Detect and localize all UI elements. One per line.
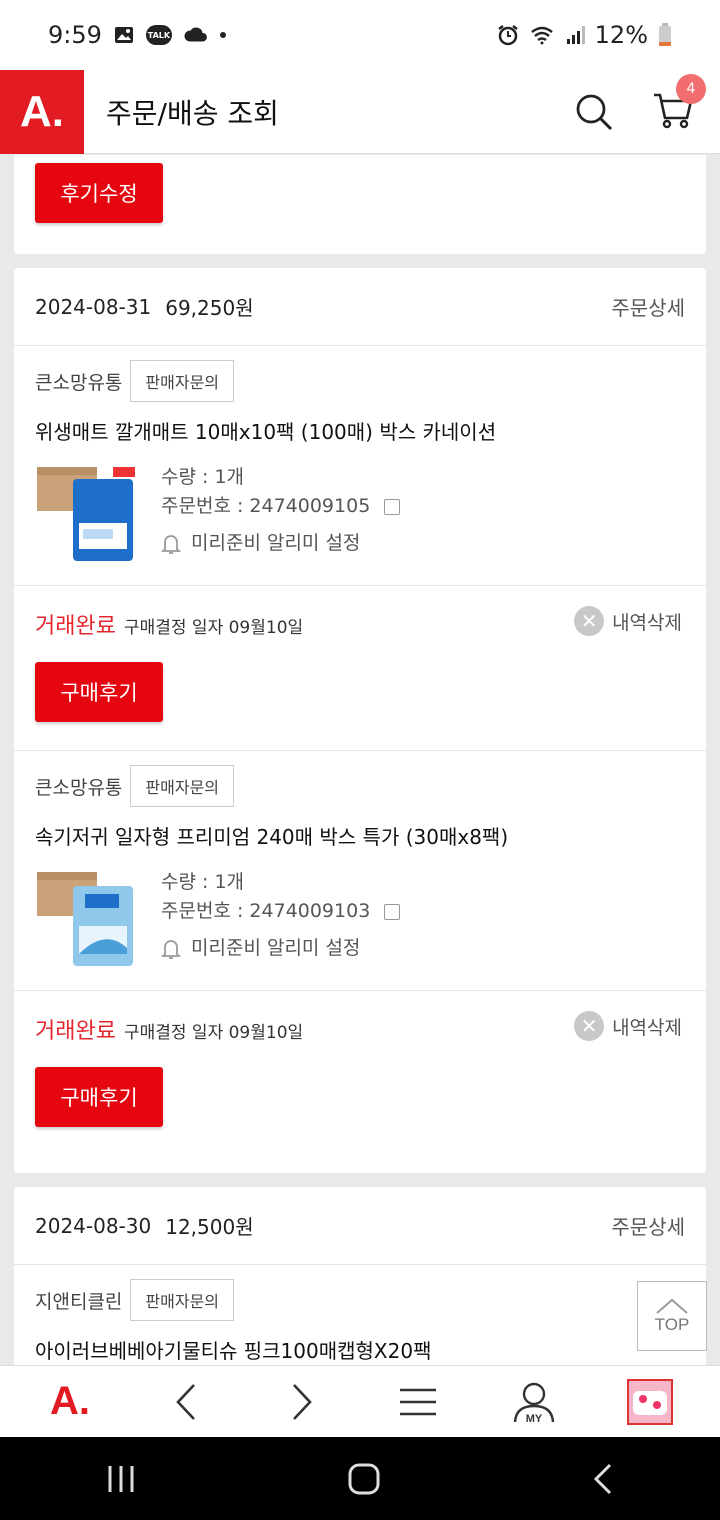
status-bar: 9:59 TALK 12% (0, 0, 720, 70)
review-edit-button[interactable]: 후기수정 (35, 163, 163, 223)
item-status: 거래완료 구매결정 일자 09월10일 ✕ 내역삭제 구매후기 (14, 586, 706, 751)
order-item: 큰소망유통 판매자문의 속기저귀 일자형 프리미엄 240매 박스 특가 (30… (14, 751, 706, 991)
alarm-icon (497, 25, 518, 46)
home-logo-button[interactable]: A. (40, 1372, 100, 1432)
bottom-nav: A. MY (0, 1365, 720, 1437)
status-badge: 거래완료 (35, 614, 116, 639)
delete-label: 내역삭제 (612, 1016, 682, 1039)
delete-label: 내역삭제 (612, 611, 682, 634)
bell-icon (161, 534, 181, 554)
seller-name[interactable]: 지앤티클린 (35, 1287, 122, 1314)
battery-icon (659, 23, 671, 46)
recent-apps-icon[interactable] (106, 1464, 136, 1494)
close-icon: ✕ (574, 606, 605, 636)
notification-dot-icon (219, 32, 226, 38)
my-page-button[interactable]: MY (504, 1372, 564, 1432)
menu-button[interactable] (388, 1372, 448, 1432)
product-thumbnail[interactable] (35, 868, 145, 968)
seller-inquiry-button[interactable]: 판매자문의 (130, 1279, 235, 1321)
status-time: 9:59 (48, 21, 102, 49)
order-item: 지앤티클린 판매자문의 아이러브베베아기물티슈 핑크100매캡형X20팩 (14, 1265, 706, 1364)
wifi-icon (530, 26, 553, 45)
quantity: 수량 : 1개 (161, 871, 245, 893)
write-review-button[interactable]: 구매후기 (35, 1067, 163, 1127)
alarm-label: 미리준비 알리미 설정 (191, 937, 361, 959)
item-status: 거래완료 구매결정 일자 09월10일 ✕ 내역삭제 구매후기 (14, 991, 706, 1155)
order-number: 주문번호 : 2474009103 (161, 900, 371, 922)
forward-button[interactable] (272, 1372, 332, 1432)
order-date: 2024-08-31 (35, 294, 152, 319)
signal-icon (566, 26, 585, 44)
decision-date: 구매결정 일자 09월10일 (123, 618, 304, 638)
page-title: 주문/배송 조회 (106, 96, 279, 130)
my-label: MY (526, 1413, 543, 1424)
back-icon[interactable] (592, 1462, 614, 1496)
order-total: 69,250원 (165, 296, 254, 320)
order-number: 주문번호 : 2474009105 (161, 495, 371, 517)
order-total: 12,500원 (165, 1215, 254, 1239)
write-review-button[interactable]: 구매후기 (35, 662, 163, 722)
cart-button[interactable]: 4 (652, 73, 706, 134)
order-item: 큰소망유통 판매자문의 위생매트 깔개매트 10매x10팩 (100매) 박스 … (14, 346, 706, 586)
search-icon[interactable] (574, 92, 614, 132)
order-detail-link[interactable]: 주문상세 (611, 292, 685, 321)
product-name[interactable]: 속기저귀 일자형 프리미엄 240매 박스 특가 (30매x8팩) (35, 821, 685, 850)
talk-icon: TALK (145, 25, 172, 45)
gallery-icon (114, 27, 133, 43)
cart-count-badge: 4 (676, 73, 706, 104)
decision-date: 구매결정 일자 09월10일 (123, 1023, 304, 1043)
order-card: 2024-08-30 12,500원 주문상세 지앤티클린 판매자문의 아이러브… (14, 1187, 706, 1365)
seller-name[interactable]: 큰소망유통 (35, 773, 122, 800)
product-name[interactable]: 아이러브베베아기물티슈 핑크100매캡형X20팩 (35, 1335, 685, 1364)
status-badge: 거래완료 (35, 1019, 116, 1044)
brand-logo[interactable]: A. (0, 69, 84, 154)
order-card: 2024-08-31 69,250원 주문상세 큰소망유통 판매자문의 위생매트… (14, 268, 706, 1173)
seller-name[interactable]: 큰소망유통 (35, 368, 122, 395)
scroll-top-button[interactable]: TOP (637, 1281, 707, 1351)
product-box-image (37, 467, 135, 561)
alarm-setting[interactable]: 미리준비 알리미 설정 (161, 529, 400, 558)
recent-item-image (627, 1378, 673, 1425)
order-header: 2024-08-31 69,250원 주문상세 (14, 268, 706, 346)
alarm-label: 미리준비 알리미 설정 (191, 532, 361, 554)
chevron-right-icon (293, 1383, 312, 1420)
menu-icon (400, 1388, 436, 1415)
chevron-up-icon (656, 1298, 688, 1314)
home-icon[interactable] (347, 1462, 381, 1496)
quantity: 수량 : 1개 (161, 466, 245, 488)
close-icon: ✕ (574, 1011, 605, 1041)
product-name[interactable]: 위생매트 깔개매트 10매x10팩 (100매) 박스 카네이션 (35, 416, 685, 445)
delete-history-button[interactable]: ✕ 내역삭제 (574, 1011, 682, 1041)
seller-inquiry-button[interactable]: 판매자문의 (130, 360, 235, 402)
battery-percent: 12% (594, 21, 648, 49)
seller-inquiry-button[interactable]: 판매자문의 (130, 765, 235, 807)
back-button[interactable] (156, 1372, 216, 1432)
copy-icon[interactable] (384, 903, 401, 920)
cloud-icon (184, 27, 207, 42)
user-icon: MY (513, 1382, 555, 1424)
system-nav-bar (0, 1437, 720, 1520)
order-list[interactable]: 후기수정 2024-08-31 69,250원 주문상세 큰소망유통 판매자문의… (0, 155, 720, 1365)
top-label: TOP (654, 1315, 690, 1334)
delete-history-button[interactable]: ✕ 내역삭제 (574, 606, 682, 636)
order-date: 2024-08-30 (35, 1213, 152, 1238)
order-header: 2024-08-30 12,500원 주문상세 (14, 1187, 706, 1265)
product-thumbnail[interactable] (35, 463, 145, 563)
bell-icon (161, 939, 181, 959)
order-card: 후기수정 (14, 155, 706, 254)
order-detail-link[interactable]: 주문상세 (611, 1211, 685, 1240)
copy-icon[interactable] (384, 498, 401, 515)
recent-item-thumbnail[interactable] (620, 1372, 680, 1432)
product-box-image (37, 872, 133, 966)
app-header: A. 주문/배송 조회 4 (0, 69, 720, 154)
chevron-left-icon (176, 1383, 195, 1420)
alarm-setting[interactable]: 미리준비 알리미 설정 (161, 934, 400, 963)
